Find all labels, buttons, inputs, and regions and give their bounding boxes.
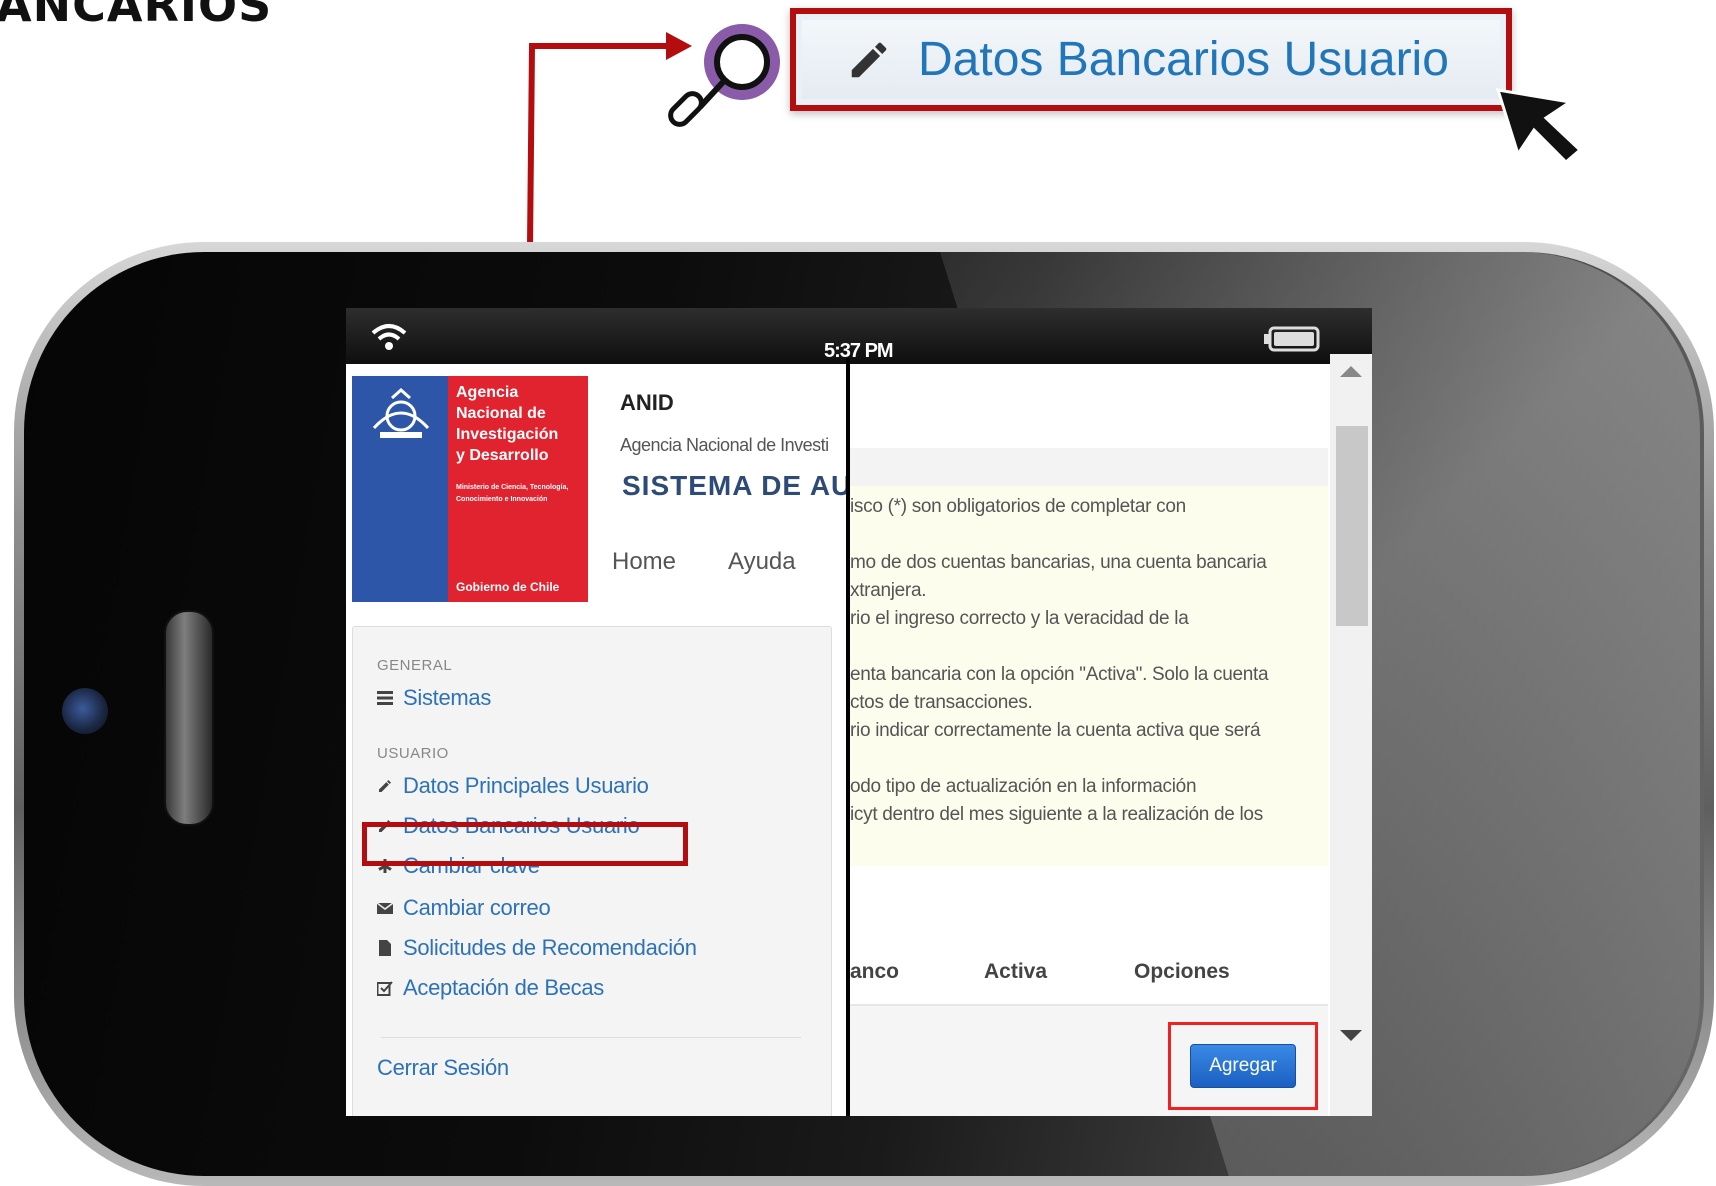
section-usuario: USUARIO bbox=[377, 745, 449, 762]
envelope-icon bbox=[377, 902, 393, 914]
system-title: SISTEMA DE AUT bbox=[622, 470, 871, 501]
scrollbar-thumb[interactable] bbox=[1336, 426, 1368, 626]
chile-crest-icon bbox=[372, 388, 430, 438]
logo-line: y Desarrollo bbox=[456, 447, 549, 464]
logo-gobierno: Gobierno de Chile bbox=[456, 580, 560, 594]
phone-side-button bbox=[164, 610, 214, 826]
sidebar-item-aceptacion-becas[interactable]: Aceptación de Becas bbox=[377, 975, 604, 1001]
sidebar-item-datos-principales[interactable]: Datos Principales Usuario bbox=[377, 773, 649, 799]
content-header bbox=[848, 376, 1328, 448]
org-full-name: Agencia Nacional de Investi bbox=[620, 435, 829, 455]
sidebar-item-solicitudes[interactable]: Solicitudes de Recomendación bbox=[377, 935, 697, 961]
info-line: ctos de transacciones. bbox=[850, 692, 1033, 713]
info-line: icyt dentro del mes siguiente a la reali… bbox=[850, 804, 1263, 825]
nav-home[interactable]: Home bbox=[612, 548, 676, 576]
logo-line: Nacional de bbox=[456, 405, 546, 422]
list-icon bbox=[377, 691, 393, 705]
logo-ministry: Ministerio de Ciencia, Tecnología, Conoc… bbox=[456, 484, 569, 503]
callout-datos-bancarios: Datos Bancarios Usuario bbox=[790, 8, 1512, 111]
wifi-icon bbox=[371, 324, 407, 350]
split-divider bbox=[846, 358, 850, 1116]
section-general: GENERAL bbox=[377, 657, 453, 674]
info-line: rio indicar correctamente la cuenta acti… bbox=[850, 720, 1261, 741]
column-header-banco: anco bbox=[850, 960, 900, 983]
agregar-button[interactable]: Agregar bbox=[1190, 1044, 1296, 1088]
logout-link[interactable]: Cerrar Sesión bbox=[377, 1055, 509, 1081]
logo-line: Investigación bbox=[456, 426, 559, 443]
sidebar-item-cambiar-correo[interactable]: Cambiar correo bbox=[377, 895, 551, 921]
info-line: xtranjera. bbox=[850, 580, 927, 601]
info-line: odo tipo de actualización en la informac… bbox=[850, 776, 1197, 797]
info-line: isco (*) son obligatorios de completar c… bbox=[850, 496, 1186, 517]
column-header-opciones: Opciones bbox=[1134, 960, 1230, 983]
magnifier-icon bbox=[668, 24, 780, 127]
phone-screen: 5:37 PM Agencia Nacional de Investigació… bbox=[346, 308, 1372, 1116]
file-icon bbox=[379, 940, 391, 956]
content-band bbox=[848, 448, 1328, 486]
pencil-icon bbox=[379, 780, 391, 792]
sidebar-item-label: Solicitudes de Recomendación bbox=[403, 935, 697, 960]
sidebar-item-label: Sistemas bbox=[403, 685, 492, 710]
status-bar: 5:37 PM bbox=[346, 308, 1372, 364]
sidebar-item-highlight bbox=[362, 822, 688, 866]
info-box: isco (*) son obligatorios de completar c… bbox=[848, 486, 1328, 866]
scroll-down-arrow-icon[interactable] bbox=[1340, 1030, 1362, 1041]
callout-label: Datos Bancarios Usuario bbox=[918, 33, 1449, 86]
sidebar-item-sistemas[interactable]: Sistemas bbox=[377, 685, 491, 711]
nav-ayuda[interactable]: Ayuda bbox=[728, 548, 796, 576]
logout-label: Cerrar Sesión bbox=[377, 1055, 509, 1080]
logo-line: Agencia bbox=[456, 384, 519, 401]
sidebar-item-label: Aceptación de Becas bbox=[403, 975, 604, 1000]
scroll-up-arrow-icon[interactable] bbox=[1340, 366, 1362, 377]
org-short-name: ANID bbox=[620, 390, 674, 415]
sidebar-divider bbox=[381, 1037, 801, 1038]
cursor-icon bbox=[1496, 88, 1583, 165]
pencil-icon bbox=[851, 42, 887, 77]
checkbox-edit-icon bbox=[377, 981, 393, 996]
phone-camera bbox=[62, 688, 108, 734]
status-time: 5:37 PM bbox=[824, 340, 894, 362]
info-line: mo de dos cuentas bancarias, una cuenta … bbox=[850, 552, 1267, 573]
sidebar-item-label: Datos Principales Usuario bbox=[403, 773, 649, 798]
battery-icon bbox=[1264, 326, 1320, 352]
anid-logo: Agencia Nacional de Investigación y Desa… bbox=[352, 376, 588, 602]
column-header-activa: Activa bbox=[984, 960, 1048, 983]
info-line: enta bancaria con la opción "Activa". So… bbox=[850, 664, 1269, 685]
info-line: rio el ingreso correcto y la veracidad d… bbox=[850, 608, 1189, 629]
sidebar: GENERAL Sistemas USUARIO Datos Principal… bbox=[352, 626, 832, 1116]
sidebar-item-label: Cambiar correo bbox=[403, 895, 551, 920]
